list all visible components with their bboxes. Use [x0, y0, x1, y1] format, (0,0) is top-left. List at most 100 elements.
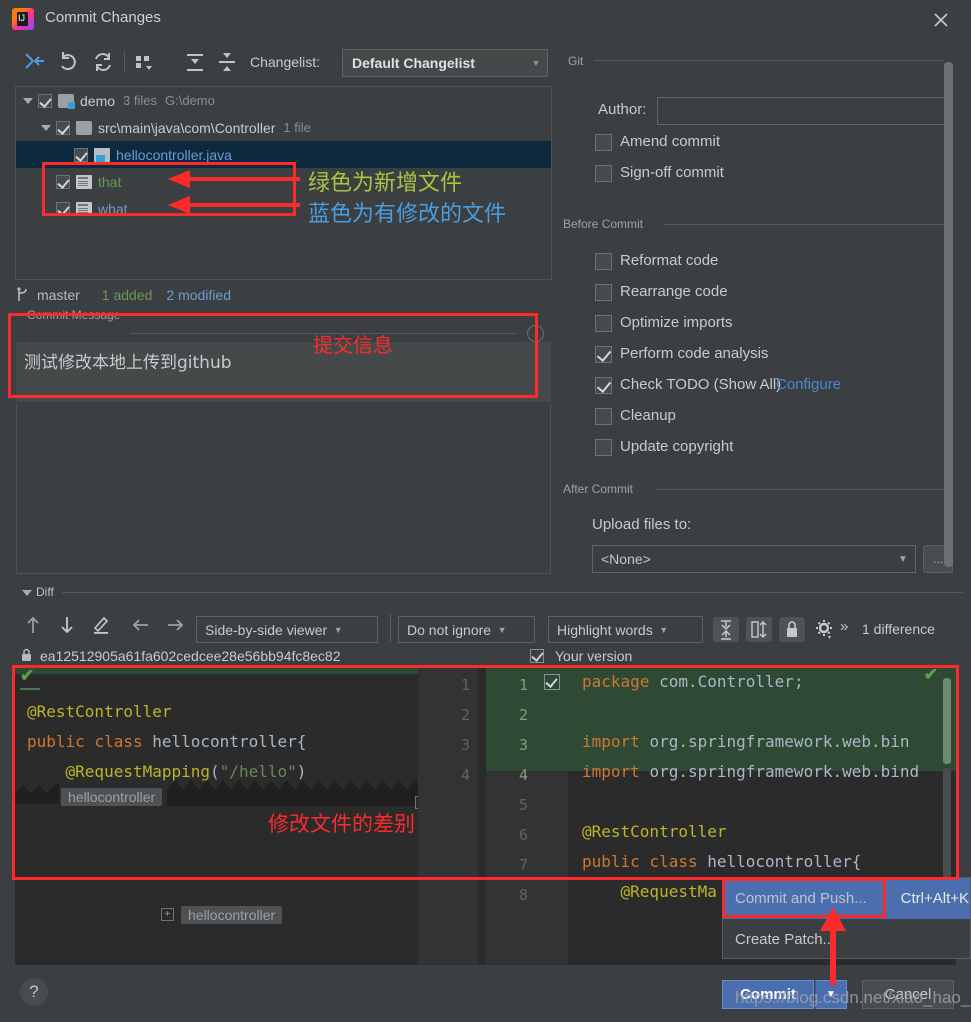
chevron-down-icon: ▼ — [333, 624, 343, 635]
file-icon — [76, 174, 92, 189]
tree-row-count: 1 file — [283, 120, 311, 135]
commit-message-input[interactable]: 测试修改本地上传到github — [16, 342, 551, 402]
ignore-mode-value: Do not ignore — [407, 621, 492, 638]
tree-row[interactable]: hellocontroller.java — [16, 141, 551, 168]
changelist-label: Changelist: — [250, 54, 321, 70]
checkbox-rearrange-code[interactable] — [595, 284, 612, 301]
diff-right-line-number: 1 — [518, 676, 528, 694]
label-optimize-imports: Optimize imports — [620, 314, 733, 331]
checkbox-perform-code-analysis[interactable] — [595, 346, 612, 363]
your-version-checkbox[interactable] — [530, 649, 544, 663]
group-by-icon[interactable] — [130, 48, 160, 76]
tree-row-checkbox[interactable] — [38, 93, 52, 108]
diff-left-line-number: 1 — [460, 676, 470, 694]
window-title: Commit Changes — [45, 9, 161, 26]
chevron-down-icon: ▼ — [497, 624, 507, 635]
checkbox-optimize-imports[interactable] — [595, 315, 612, 332]
apply-right-icon[interactable] — [162, 612, 188, 638]
label-sign-off-commit: Sign-off commit — [620, 164, 724, 181]
diff-fold-connector — [418, 778, 618, 928]
collapse-to-selection-icon[interactable] — [20, 48, 50, 76]
tree-row-count: 3 files — [123, 93, 157, 108]
checkbox-amend-commit[interactable] — [595, 134, 612, 151]
diff-left-line: @RestController — [27, 702, 172, 721]
close-icon[interactable] — [929, 8, 953, 32]
tree-row-checkbox[interactable] — [56, 201, 70, 216]
branch-name: master — [37, 286, 80, 303]
left-revision-hash: ea12512905a61fa602cedcee28e56bb94fc8ec82 — [40, 648, 341, 664]
changelist-dropdown[interactable]: Default Changelist ▼ — [342, 49, 548, 77]
tree-row[interactable]: demo 3 files G:\demo — [16, 87, 551, 114]
prev-difference-icon[interactable] — [20, 612, 46, 638]
diff-left-line-number: 3 — [460, 736, 470, 754]
label-cleanup: Cleanup — [620, 407, 676, 424]
label-rearrange-code: Rearrange code — [620, 283, 728, 300]
chevron-double-right-icon[interactable]: » — [840, 618, 858, 644]
lock-icon — [20, 648, 33, 662]
diff-left-line: @RequestMapping("/hello") — [65, 762, 307, 781]
diff-left-line: public class hellocontroller{ — [27, 732, 307, 751]
author-field[interactable] — [657, 97, 949, 125]
tree-row-checkbox[interactable] — [56, 120, 70, 135]
chevron-down-icon[interactable] — [40, 122, 52, 134]
difference-count: 1 difference — [862, 621, 935, 637]
accept-all-icon[interactable]: ✔ — [924, 668, 938, 685]
git-branch-icon — [15, 286, 31, 303]
gear-icon[interactable] — [812, 617, 838, 643]
before-commit-divider — [663, 224, 945, 225]
diff-left-line-number: 2 — [460, 706, 470, 724]
checkbox-check-todo-show-all-[interactable] — [595, 377, 612, 394]
upload-files-value: <None> — [601, 551, 651, 567]
checkbox-reformat-code[interactable] — [595, 253, 612, 270]
next-difference-icon[interactable] — [54, 612, 80, 638]
annotation-arrow-commit — [820, 907, 846, 985]
revert-icon[interactable] — [54, 48, 84, 76]
tree-row-label: src\main\java\com\Controller — [98, 119, 276, 136]
tree-row[interactable]: src\main\java\com\Controller 1 file — [16, 114, 551, 141]
commit-message-history-icon[interactable] — [527, 325, 544, 342]
tree-row-label: what — [98, 200, 128, 217]
folder-icon — [76, 120, 92, 135]
viewer-mode-dropdown[interactable]: Side-by-side viewer ▼ — [196, 616, 378, 643]
before-commit-legend: Before Commit — [563, 217, 644, 231]
collapse-all-icon[interactable] — [212, 48, 242, 76]
branch-status-bar: master 1 added 2 modified — [15, 282, 552, 307]
checkbox-update-copyright[interactable] — [595, 439, 612, 456]
upload-files-dropdown[interactable]: <None> ▼ — [592, 545, 916, 573]
folded-region-divider — [15, 780, 418, 806]
tree-row-checkbox[interactable] — [56, 174, 70, 189]
ignore-mode-dropdown[interactable]: Do not ignore ▼ — [398, 616, 535, 643]
synchronize-scroll-icon[interactable] — [746, 617, 772, 642]
edit-icon[interactable] — [88, 612, 114, 638]
collapse-unchanged-icon[interactable] — [713, 617, 739, 642]
highlight-mode-dropdown[interactable]: Highlight words ▼ — [548, 616, 703, 643]
expand-fold-right-icon[interactable]: + — [161, 908, 174, 921]
right-breadcrumb: hellocontroller — [181, 906, 283, 924]
chevron-down-icon[interactable] — [22, 590, 32, 596]
checkbox-cleanup[interactable] — [595, 408, 612, 425]
after-commit-legend: After Commit — [563, 482, 634, 496]
configure-link[interactable]: Configure — [776, 376, 841, 393]
tree-row-checkbox[interactable] — [74, 147, 88, 162]
tree-row-label: hellocontroller.java — [116, 146, 232, 163]
apply-left-icon[interactable] — [128, 612, 154, 638]
git-group-divider — [594, 60, 944, 61]
options-scrollbar[interactable] — [944, 62, 953, 567]
folder-modified-icon — [58, 93, 75, 109]
after-commit-divider — [655, 489, 945, 490]
help-button[interactable]: ? — [20, 978, 48, 1006]
checkbox-sign-off-commit[interactable] — [595, 165, 612, 182]
diff-right-line: import org.springframework.web.bin — [582, 732, 910, 751]
refresh-icon[interactable] — [88, 48, 118, 76]
chevron-down-icon[interactable] — [22, 95, 34, 107]
expand-all-icon[interactable] — [180, 48, 210, 76]
upload-files-label: Upload files to: — [592, 516, 692, 533]
diff-vertical-scrollbar[interactable] — [943, 678, 951, 764]
your-version-label: Your version — [555, 648, 633, 664]
accept-change-icon[interactable]: ✔ — [20, 668, 34, 686]
java-file-icon — [94, 147, 110, 162]
line-accept-checkbox[interactable] — [544, 674, 560, 690]
tree-row-path: G:\demo — [165, 93, 215, 108]
read-only-lock-icon[interactable] — [779, 617, 805, 642]
tree-row-label: that — [98, 173, 122, 190]
